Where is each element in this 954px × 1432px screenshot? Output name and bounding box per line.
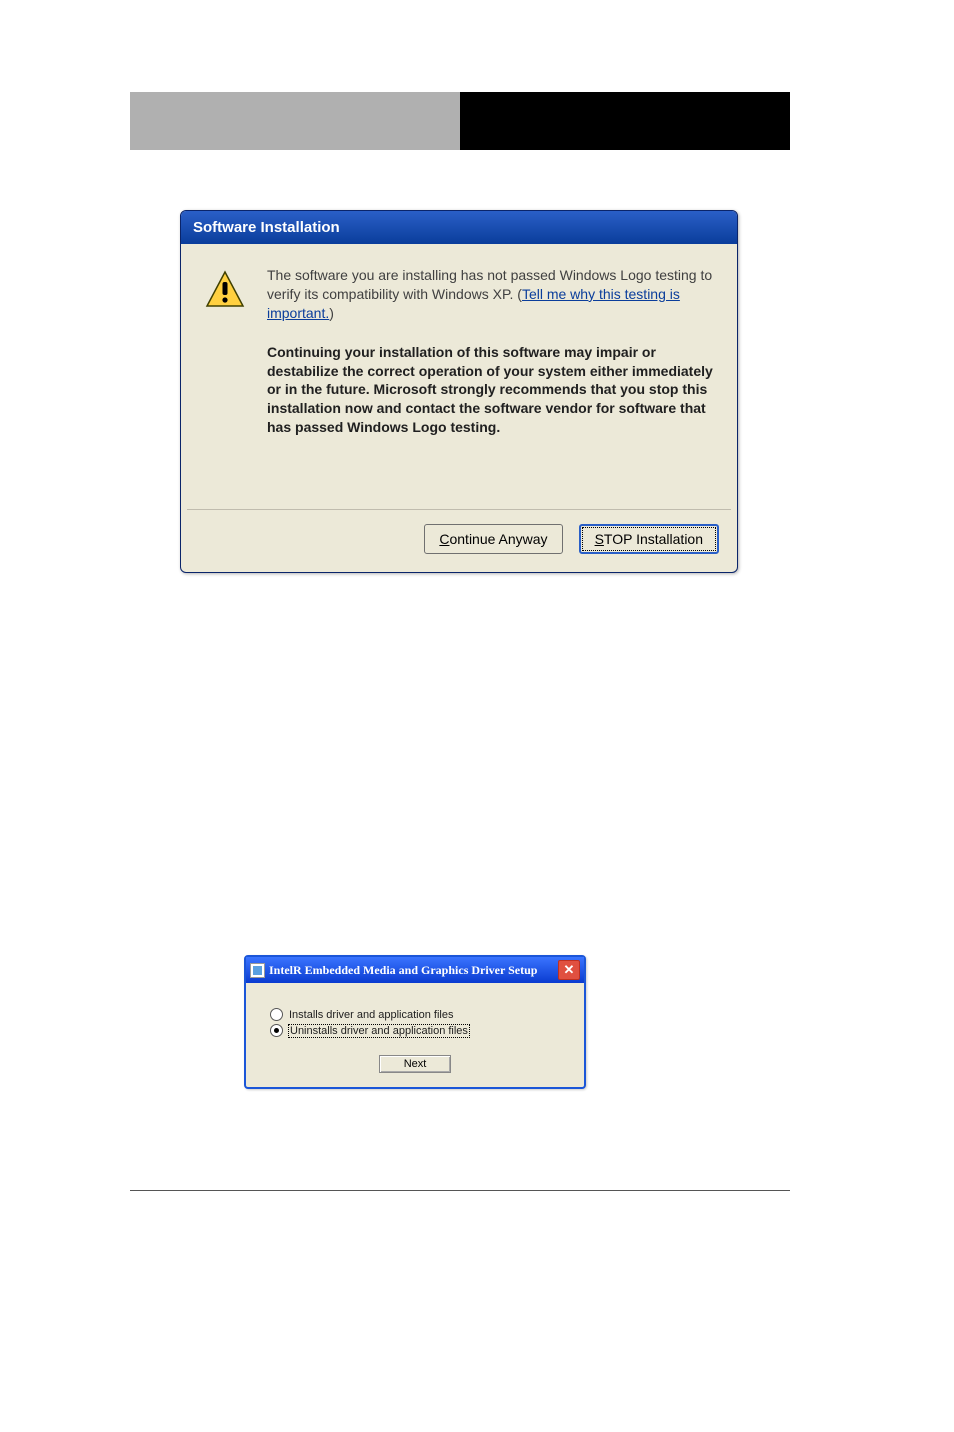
button-row: Next (270, 1055, 560, 1073)
dialog-body: Installs driver and application files Un… (246, 983, 584, 1087)
install-option-label: Installs driver and application files (289, 1009, 453, 1021)
btn-text: TOP Installation (604, 531, 703, 547)
mnemonic: S (595, 531, 604, 547)
intel-driver-setup-dialog: IntelR Embedded Media and Graphics Drive… (244, 955, 586, 1089)
page-header-bar (130, 92, 790, 150)
warning-icon (205, 270, 245, 310)
app-icon (250, 963, 265, 978)
dialog-title: Software Installation (181, 211, 737, 244)
next-button[interactable]: Next (379, 1055, 451, 1073)
bold-warning-text: Continuing your installation of this sof… (267, 343, 713, 437)
software-installation-dialog: Software Installation The software you a… (180, 210, 738, 573)
uninstall-option-label: Uninstalls driver and application files (289, 1025, 469, 1037)
install-option-row[interactable]: Installs driver and application files (270, 1008, 560, 1021)
header-left (130, 92, 460, 150)
titlebar-left: IntelR Embedded Media and Graphics Drive… (250, 963, 537, 978)
dialog-button-row: Continue Anyway STOP Installation (181, 510, 737, 572)
continue-anyway-button[interactable]: Continue Anyway (424, 524, 562, 554)
dialog-title-text: IntelR Embedded Media and Graphics Drive… (269, 963, 537, 978)
radio-unselected-icon (270, 1008, 283, 1021)
close-icon: ✕ (564, 962, 575, 978)
uninstall-option-row[interactable]: Uninstalls driver and application files (270, 1024, 560, 1037)
header-right (460, 92, 790, 150)
intro-close: ) (329, 305, 334, 321)
mnemonic: C (439, 531, 449, 547)
dialog-titlebar: IntelR Embedded Media and Graphics Drive… (246, 957, 584, 983)
footer-separator (130, 1190, 790, 1191)
btn-text: ontinue Anyway (449, 531, 547, 547)
stop-installation-button[interactable]: STOP Installation (579, 524, 719, 554)
close-button[interactable]: ✕ (558, 960, 580, 980)
dialog-message: The software you are installing has not … (267, 266, 713, 437)
radio-selected-icon (270, 1024, 283, 1037)
dialog-body: The software you are installing has not … (181, 244, 737, 449)
